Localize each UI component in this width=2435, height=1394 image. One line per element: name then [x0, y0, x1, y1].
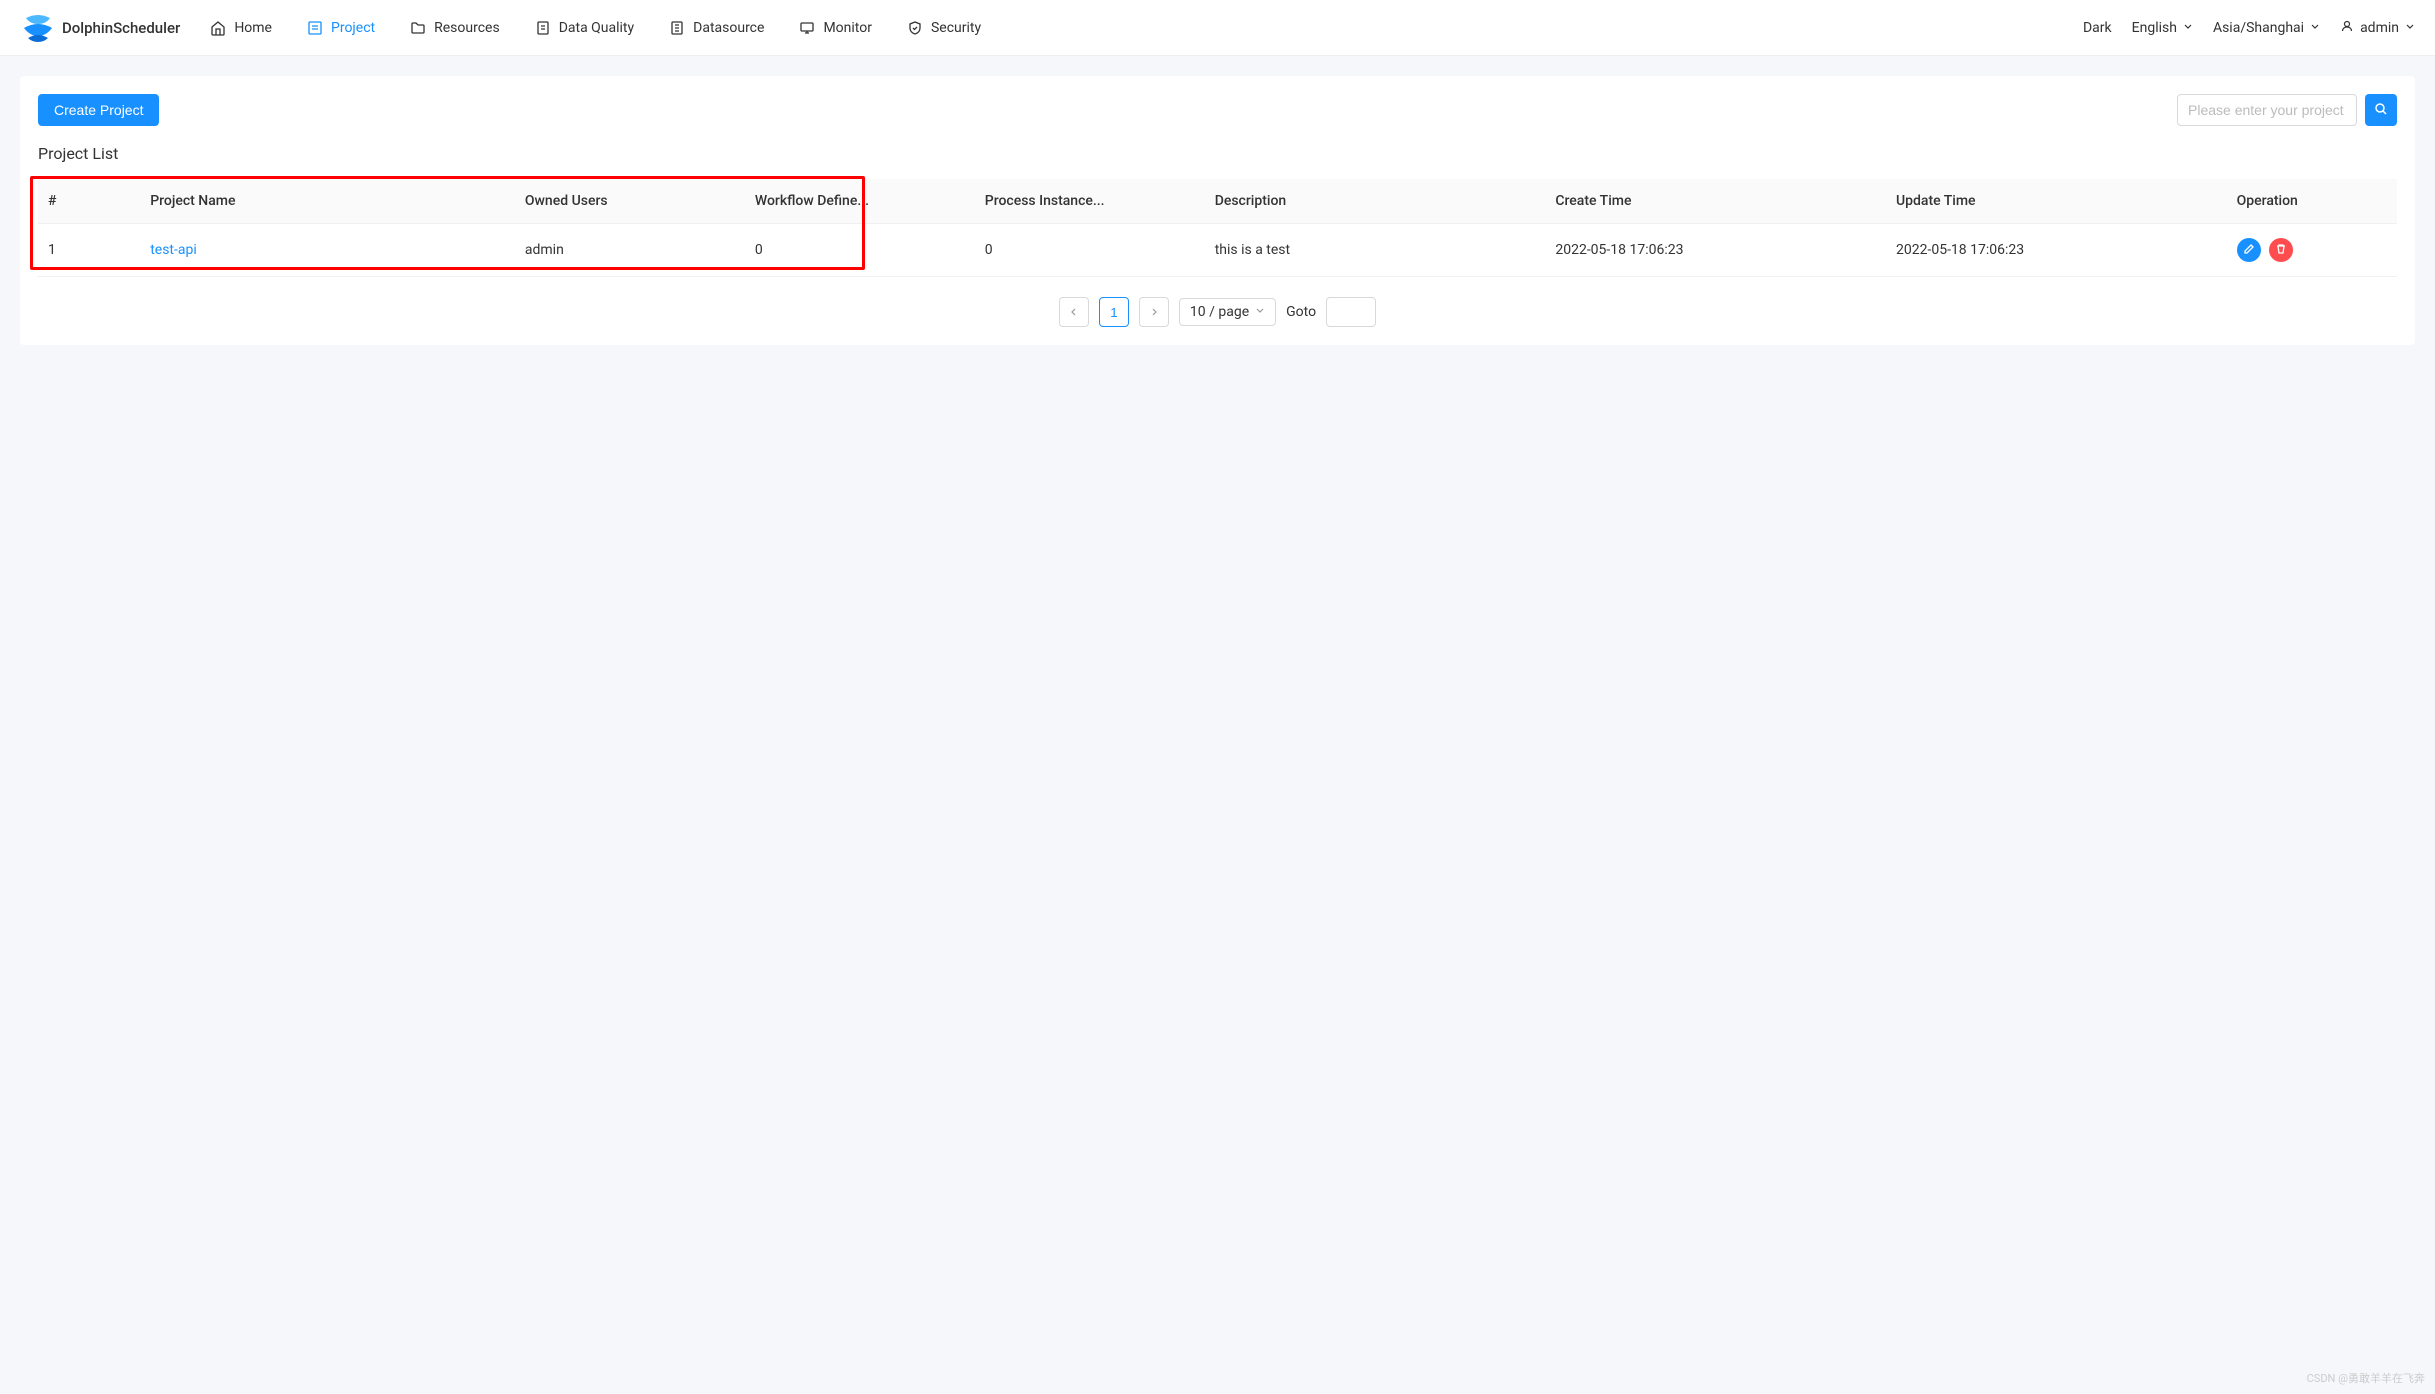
chevron-down-icon — [2183, 20, 2193, 36]
toolbar: Create Project — [38, 94, 2397, 126]
col-description: Description — [1205, 179, 1546, 224]
language-dropdown[interactable]: English — [2132, 20, 2193, 36]
shield-icon — [907, 20, 923, 36]
home-icon — [210, 20, 226, 36]
edit-button[interactable] — [2237, 238, 2261, 262]
chevron-down-icon — [2310, 20, 2320, 36]
folder-icon — [410, 20, 426, 36]
nav-label: Monitor — [823, 20, 872, 36]
cell-description: this is a test — [1205, 224, 1546, 277]
dolphin-logo-icon — [20, 10, 56, 46]
goto-input[interactable] — [1326, 297, 1376, 327]
timezone-label: Asia/Shanghai — [2213, 20, 2304, 36]
search-button[interactable] — [2365, 94, 2397, 126]
language-label: English — [2132, 20, 2177, 36]
table-row: 1 test-api admin 0 0 this is a test 2022… — [38, 224, 2397, 277]
main-content: Create Project Project List # Project Na… — [0, 56, 2435, 365]
cell-operation — [2227, 224, 2397, 277]
page-number-button[interactable]: 1 — [1099, 297, 1129, 327]
cell-process-instance: 0 — [975, 224, 1205, 277]
nav-label: Datasource — [693, 20, 764, 36]
nav-security[interactable]: Security — [907, 20, 981, 36]
user-dropdown[interactable]: admin — [2340, 19, 2415, 37]
table-header-row: # Project Name Owned Users Workflow Defi… — [38, 179, 2397, 224]
chevron-left-icon — [1069, 305, 1079, 320]
project-icon — [307, 20, 323, 36]
header-right: Dark English Asia/Shanghai admin — [2083, 19, 2415, 37]
page-size-dropdown[interactable]: 10 / page — [1179, 298, 1276, 326]
theme-toggle[interactable]: Dark — [2083, 20, 2112, 36]
delete-button[interactable] — [2269, 238, 2293, 262]
timezone-dropdown[interactable]: Asia/Shanghai — [2213, 20, 2320, 36]
col-operation: Operation — [2227, 179, 2397, 224]
project-link[interactable]: test-api — [150, 242, 197, 258]
search-input[interactable] — [2177, 94, 2357, 126]
monitor-icon — [799, 20, 815, 36]
main-nav: Home Project Resources Data Quality Data… — [210, 20, 2083, 36]
database-icon — [669, 20, 685, 36]
col-process-instance: Process Instance... — [975, 179, 1205, 224]
cell-owned-users: admin — [515, 224, 745, 277]
trash-icon — [2275, 243, 2287, 258]
nav-resources[interactable]: Resources — [410, 20, 500, 36]
user-icon — [2340, 19, 2354, 37]
nav-home[interactable]: Home — [210, 20, 272, 36]
pagination: 1 10 / page Goto — [38, 297, 2397, 327]
theme-label: Dark — [2083, 20, 2112, 36]
search-icon — [2374, 102, 2388, 119]
col-index: # — [38, 179, 140, 224]
nav-datasource[interactable]: Datasource — [669, 20, 764, 36]
create-project-button[interactable]: Create Project — [38, 94, 159, 126]
col-workflow-define: Workflow Define... — [745, 179, 975, 224]
search-group — [2177, 94, 2397, 126]
nav-label: Security — [931, 20, 981, 36]
project-table: # Project Name Owned Users Workflow Defi… — [38, 179, 2397, 277]
page-next-button[interactable] — [1139, 297, 1169, 327]
top-header: DolphinScheduler Home Project Resources … — [0, 0, 2435, 56]
col-create-time: Create Time — [1545, 179, 1886, 224]
section-title: Project List — [38, 144, 2397, 163]
chevron-down-icon — [1255, 304, 1265, 320]
cell-index: 1 — [38, 224, 140, 277]
page-prev-button[interactable] — [1059, 297, 1089, 327]
nav-label: Project — [331, 20, 375, 36]
cell-workflow-define: 0 — [745, 224, 975, 277]
brand-name: DolphinScheduler — [62, 19, 180, 37]
brand-logo[interactable]: DolphinScheduler — [20, 10, 180, 46]
project-card: Create Project Project List # Project Na… — [20, 76, 2415, 345]
chevron-right-icon — [1149, 305, 1159, 320]
nav-project[interactable]: Project — [307, 20, 375, 36]
goto-label: Goto — [1286, 304, 1316, 320]
col-owned-users: Owned Users — [515, 179, 745, 224]
nav-label: Data Quality — [559, 20, 634, 36]
page-size-label: 10 / page — [1190, 304, 1249, 320]
nav-label: Resources — [434, 20, 500, 36]
username-label: admin — [2360, 20, 2399, 36]
nav-monitor[interactable]: Monitor — [799, 20, 872, 36]
edit-icon — [2243, 243, 2255, 258]
col-update-time: Update Time — [1886, 179, 2227, 224]
nav-data-quality[interactable]: Data Quality — [535, 20, 634, 36]
chevron-down-icon — [2405, 20, 2415, 36]
col-project-name: Project Name — [140, 179, 515, 224]
cell-create-time: 2022-05-18 17:06:23 — [1545, 224, 1886, 277]
nav-label: Home — [234, 20, 272, 36]
watermark: CSDN @勇敢羊羊在飞奔 — [2307, 1370, 2425, 1386]
cell-update-time: 2022-05-18 17:06:23 — [1886, 224, 2227, 277]
document-icon — [535, 20, 551, 36]
cell-project-name: test-api — [140, 224, 515, 277]
table-wrap: # Project Name Owned Users Workflow Defi… — [38, 179, 2397, 277]
